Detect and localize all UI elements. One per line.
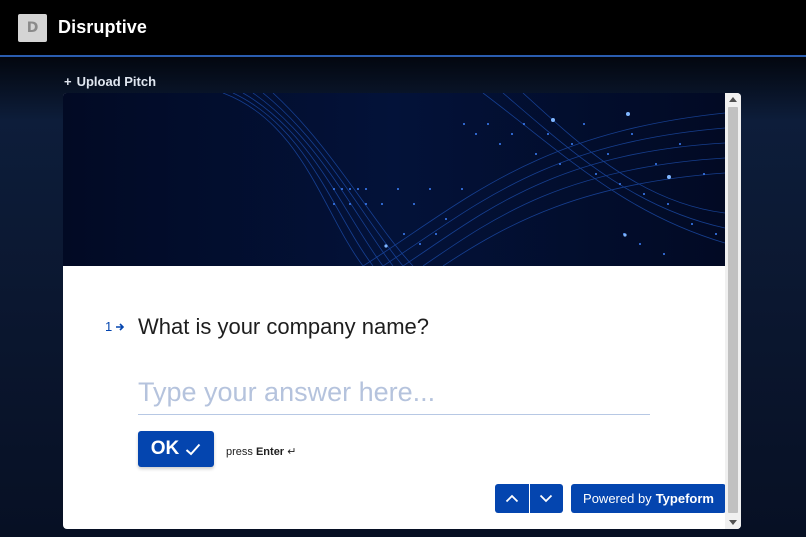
upload-pitch-link[interactable]: + Upload Pitch xyxy=(64,74,156,89)
question-text: What is your company name? xyxy=(138,314,430,339)
question-number: 1 xyxy=(105,319,125,334)
next-question-button[interactable] xyxy=(529,484,563,513)
ok-button[interactable]: OK xyxy=(138,431,214,467)
press-enter-hint: press Enter ↵ xyxy=(226,445,296,458)
chevron-up-icon xyxy=(505,494,518,503)
checkmark-icon xyxy=(186,443,201,455)
arrow-right-icon xyxy=(116,322,125,331)
enter-key-icon: ↵ xyxy=(287,446,297,458)
hero-banner-image xyxy=(63,93,725,266)
typeform-brand: Typeform xyxy=(655,491,714,506)
enter-key-label: Enter xyxy=(255,446,285,458)
scroll-down-arrow-icon[interactable] xyxy=(729,520,737,525)
top-bar: D Disruptive xyxy=(0,0,806,57)
company-name-input[interactable] xyxy=(138,371,650,415)
chevron-down-icon xyxy=(540,494,553,503)
press-label: press xyxy=(226,446,253,458)
scrollbar-thumb[interactable] xyxy=(728,107,738,513)
typeform-embed: 1 What is your company name? OK press En… xyxy=(63,93,741,529)
upload-pitch-label: Upload Pitch xyxy=(76,74,157,89)
powered-by-typeform-button[interactable]: Powered by Typeform xyxy=(571,484,726,513)
plus-icon: + xyxy=(64,74,72,89)
app-title: Disruptive xyxy=(58,17,148,37)
ok-button-label: OK xyxy=(150,438,180,459)
scroll-up-arrow-icon[interactable] xyxy=(729,97,737,102)
question-navigation xyxy=(495,484,563,513)
powered-by-label: Powered by xyxy=(583,491,652,506)
question-number-value: 1 xyxy=(105,319,113,334)
logo-letter: D xyxy=(26,20,39,36)
vertical-scrollbar[interactable] xyxy=(725,93,741,529)
previous-question-button[interactable] xyxy=(495,484,529,513)
app-logo[interactable]: D xyxy=(18,14,47,42)
